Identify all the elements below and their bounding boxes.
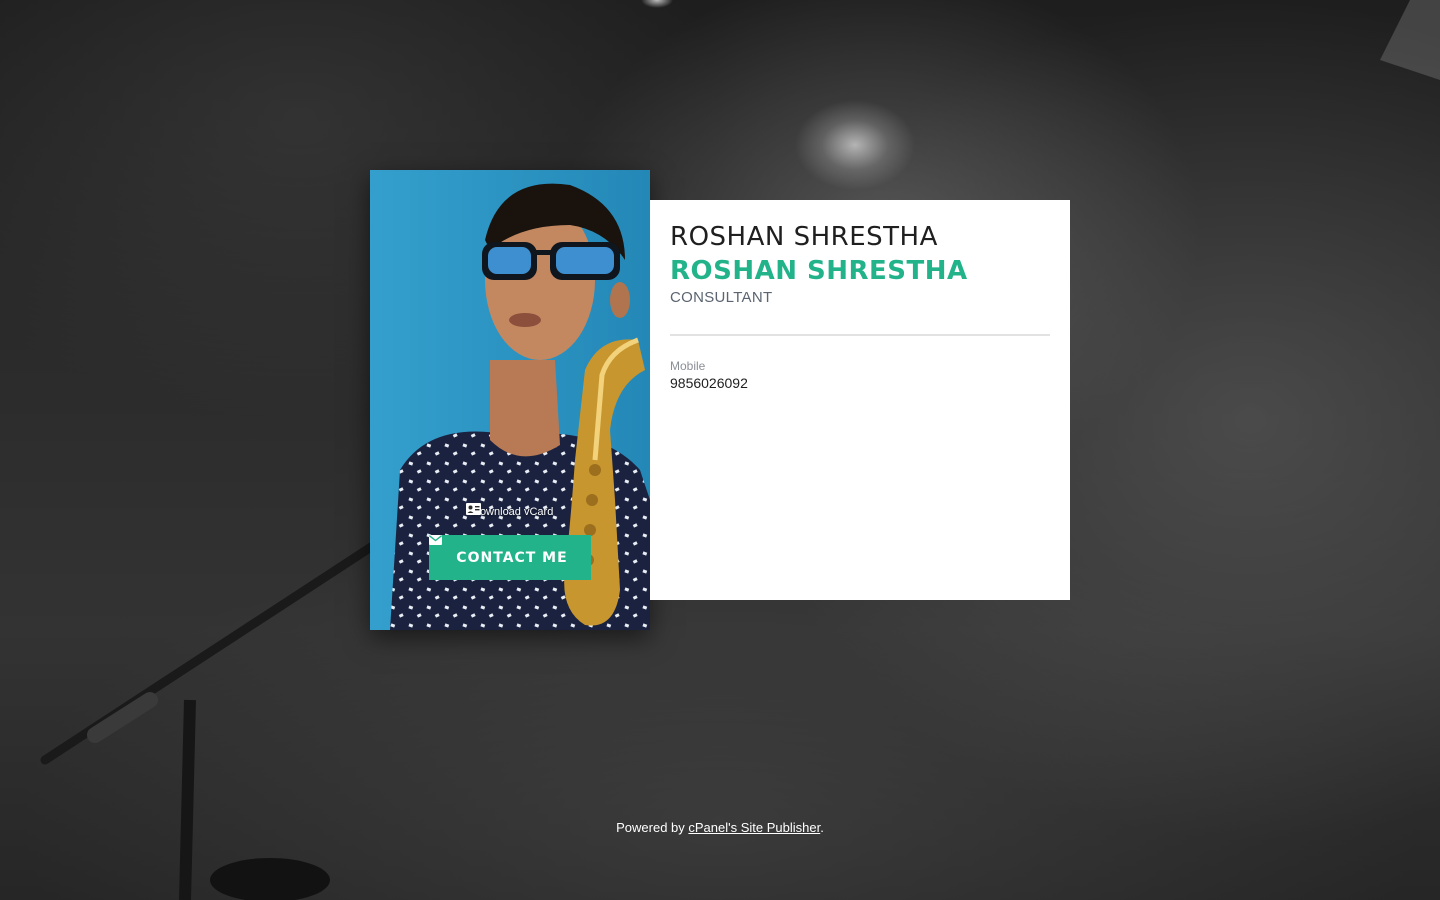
profile-card: Download vCard CONTACT ME ROSHAN SHRESTH…: [370, 170, 1070, 630]
footer-prefix: Powered by: [616, 820, 689, 835]
profile-photo-panel: Download vCard CONTACT ME: [370, 170, 650, 630]
contact-me-button[interactable]: CONTACT ME: [429, 535, 591, 580]
contact-me-label: CONTACT ME: [456, 549, 568, 566]
download-vcard-label: Download vCard: [472, 506, 554, 518]
mobile-value: 9856026092: [670, 375, 748, 391]
profile-name: ROSHAN SHRESTHA: [670, 222, 938, 252]
cpanel-site-publisher-link[interactable]: cPanel's Site Publisher: [688, 820, 820, 835]
profile-name-accent: ROSHAN SHRESTHA: [670, 256, 968, 286]
mobile-label: Mobile: [670, 359, 706, 373]
info-divider: [670, 334, 1050, 336]
footer: Powered by cPanel's Site Publisher.: [0, 820, 1440, 835]
download-vcard-link[interactable]: Download vCard: [466, 503, 553, 521]
profile-job-title: CONSULTANT: [670, 289, 773, 306]
footer-suffix: .: [820, 820, 824, 835]
profile-info-panel: ROSHAN SHRESTHA ROSHAN SHRESTHA CONSULTA…: [650, 200, 1070, 600]
